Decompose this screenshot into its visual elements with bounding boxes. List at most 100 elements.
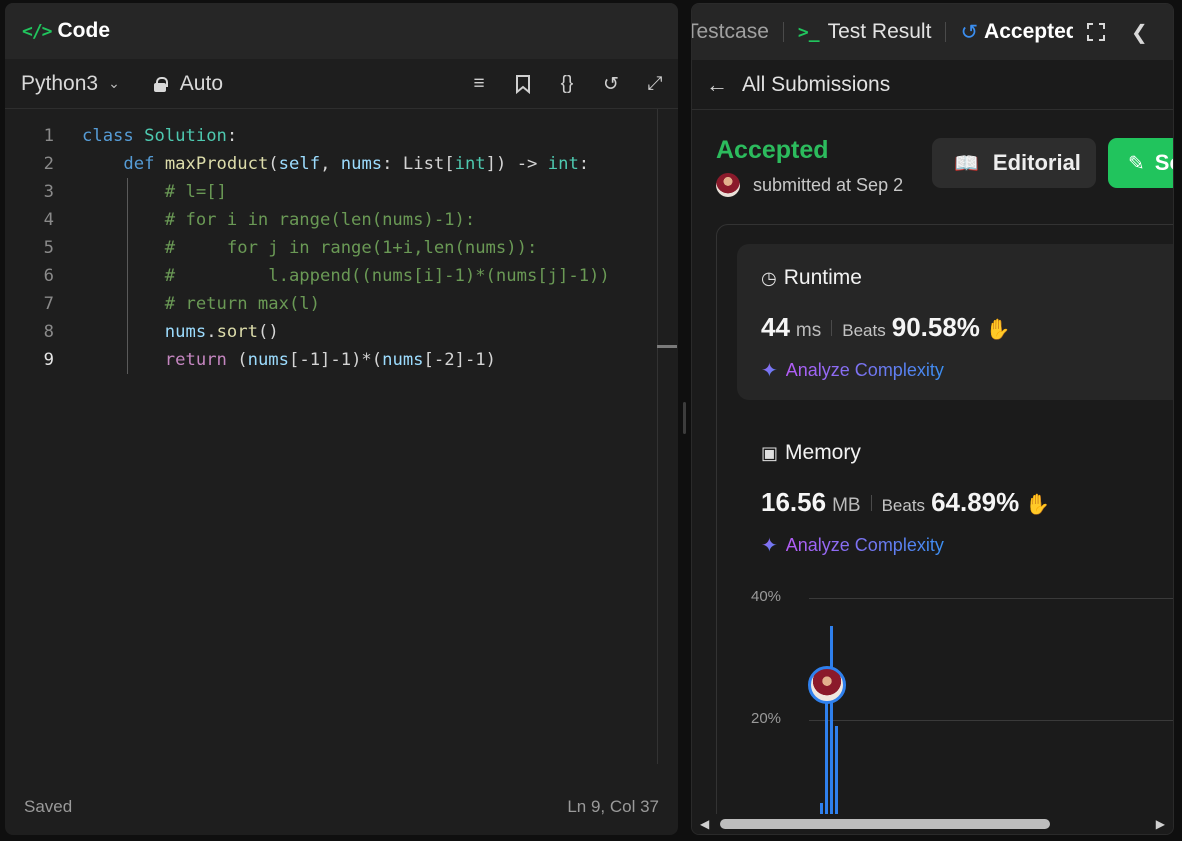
submission-details: Accepted submitted at Sep 2 📖 Editorial … — [692, 110, 1173, 834]
sparkle-icon: ✦ — [761, 360, 778, 382]
y-tick-label: 20% — [751, 710, 782, 727]
code-text: class Solution: — [82, 126, 238, 146]
code-brackets-icon: </> — [22, 20, 52, 42]
braces-icon[interactable]: {} — [556, 73, 578, 95]
memory-value: 16.56 — [761, 487, 827, 517]
code-line[interactable]: 3 # l=[] — [5, 178, 610, 206]
panel-resize-handle[interactable] — [683, 402, 686, 434]
line-number: 4 — [43, 210, 54, 230]
scrollbar-thumb[interactable] — [720, 819, 1050, 829]
book-icon: 📖 — [954, 152, 979, 175]
editor-toolbar: Python3 ⌄ Auto ≡ {} ↺ ⤢ — [5, 59, 678, 109]
grid-line — [809, 598, 1173, 599]
memory-card[interactable]: ▣ Memory 16.56 MB Beats 64.89% ✋ ✦ Analy… — [737, 419, 1173, 575]
tab-divider — [782, 22, 784, 42]
editorial-label: Editorial — [992, 150, 1081, 175]
memory-beats-value: 64.89% — [931, 487, 1020, 517]
tab-divider — [945, 22, 947, 42]
editor-tool-icons: ≡ {} ↺ ⤢ — [468, 59, 666, 109]
code-line[interactable]: 2 def maxProduct(self, nums: List[int]) … — [5, 150, 610, 178]
code-panel: </> Code Python3 ⌄ Auto ≡ {} ↺ ⤢ 1 class… — [5, 3, 678, 835]
distribution-chart[interactable]: 40% 20% — [717, 580, 1173, 820]
runtime-beats-label: Beats — [842, 321, 886, 340]
clock-icon: ◷ — [761, 267, 777, 288]
fullscreen-icon[interactable]: ⤢ — [644, 73, 666, 95]
sparkle-icon: ✦ — [761, 535, 778, 557]
solution-button[interactable]: ✎ Solution — [1108, 138, 1173, 188]
tab-testcase[interactable]: Testcase — [692, 4, 769, 60]
chevron-down-icon: ⌄ — [108, 75, 120, 91]
runtime-metrics: 44 ms Beats 90.58% ✋ — [761, 312, 1011, 343]
editor-status-bar: Saved Ln 9, Col 37 — [5, 779, 678, 835]
y-tick-label: 40% — [751, 588, 782, 605]
metric-divider — [831, 319, 833, 336]
reset-icon[interactable]: ↺ — [600, 73, 622, 95]
result-panel: Testcase >_ Test Result ↺ Accepted ❮ ← A… — [691, 3, 1174, 835]
clap-icon: ✋ — [985, 319, 1011, 341]
tab-test-result-label: Test Result — [827, 20, 932, 43]
line-number: 6 — [43, 266, 54, 286]
tab-accepted[interactable]: ↺ Accepted — [960, 4, 1074, 60]
line-number: 8 — [43, 322, 54, 342]
tab-actions: ❮ — [1073, 4, 1173, 60]
metric-divider — [870, 494, 872, 511]
runtime-card[interactable]: ◷ Runtime 44 ms Beats 90.58% ✋ ✦ Analyze… — [737, 244, 1173, 400]
save-status: Saved — [24, 797, 73, 816]
language-label: Python3 — [21, 71, 99, 95]
code-panel-title: Code — [57, 19, 111, 42]
cursor-position: Ln 9, Col 37 — [567, 797, 659, 816]
line-number: 5 — [43, 238, 54, 258]
code-lines: 1 class Solution: 2 def maxProduct(self,… — [5, 122, 610, 374]
clap-icon: ✋ — [1025, 494, 1051, 516]
editor-scrollbar-track — [657, 109, 658, 764]
submitted-at: submitted at Sep 2 — [753, 174, 904, 195]
all-submissions-label: All Submissions — [742, 72, 891, 96]
line-number: 3 — [43, 182, 54, 202]
stats-container: ◷ Runtime 44 ms Beats 90.58% ✋ ✦ Analyze… — [716, 224, 1173, 834]
memory-analyze-complexity[interactable]: ✦ Analyze Complexity — [761, 533, 944, 558]
code-line[interactable]: 1 class Solution: — [5, 122, 610, 150]
runtime-analyze-complexity[interactable]: ✦ Analyze Complexity — [761, 358, 944, 383]
code-line[interactable]: 5 # for j in range(1+i,len(nums)): — [5, 234, 610, 262]
analyze-label: Analyze Complexity — [785, 360, 944, 380]
code-editor[interactable]: 1 class Solution: 2 def maxProduct(self,… — [5, 109, 678, 771]
code-text: def maxProduct(self, nums: List[int]) ->… — [123, 154, 590, 174]
avatar[interactable] — [716, 173, 740, 197]
horizontal-scrollbar[interactable]: ◀ ▶ — [692, 814, 1173, 834]
user-submission-marker[interactable] — [808, 666, 846, 704]
chart-bar[interactable] — [830, 625, 833, 820]
editor-scrollbar-thumb[interactable] — [657, 345, 677, 348]
result-tabs: Testcase >_ Test Result ↺ Accepted ❮ — [692, 4, 1173, 60]
chevron-left-icon[interactable]: ❮ — [1131, 20, 1148, 45]
scroll-right-icon[interactable]: ▶ — [1156, 817, 1165, 831]
language-select[interactable]: Python3 ⌄ — [21, 72, 120, 96]
memory-unit: MB — [832, 495, 861, 516]
lock-icon — [153, 76, 168, 92]
submission-status: Accepted — [716, 136, 829, 164]
chart-bar[interactable] — [825, 703, 828, 820]
tab-accepted-label: Accepted — [984, 20, 1075, 43]
submission-meta: submitted at Sep 2 — [716, 173, 911, 197]
line-number: 7 — [43, 294, 54, 314]
terminal-icon: >_ — [797, 21, 820, 43]
editorial-button[interactable]: 📖 Editorial — [932, 138, 1096, 188]
code-line[interactable]: 8 nums.sort() — [5, 318, 610, 346]
runtime-title: ◷ Runtime — [761, 266, 862, 290]
code-line[interactable]: 9 return (nums[-1]-1)*(nums[-2]-1) — [5, 346, 610, 374]
code-line[interactable]: 7 # return max(l) — [5, 290, 610, 318]
auto-mode-toggle[interactable]: Auto — [153, 72, 223, 96]
arrow-left-icon: ← — [706, 71, 728, 97]
format-icon[interactable]: ≡ — [468, 73, 490, 95]
maximize-icon[interactable] — [1087, 23, 1105, 41]
all-submissions-link[interactable]: ← All Submissions — [692, 60, 1173, 110]
code-line[interactable]: 6 # l.append((nums[i]-1)*(nums[j]-1)) — [5, 262, 610, 290]
tab-test-result[interactable]: >_ Test Result — [798, 4, 932, 60]
line-number: 1 — [43, 126, 54, 146]
chart-bar[interactable] — [835, 725, 838, 820]
code-line[interactable]: 4 # for i in range(len(nums)-1): — [5, 206, 610, 234]
chip-icon: ▣ — [761, 442, 779, 463]
code-text: return (nums[-1]-1)*(nums[-2]-1) — [164, 350, 496, 370]
bookmark-icon[interactable] — [512, 73, 534, 95]
scroll-left-icon[interactable]: ◀ — [700, 817, 709, 831]
memory-metrics: 16.56 MB Beats 64.89% ✋ — [761, 487, 1050, 518]
